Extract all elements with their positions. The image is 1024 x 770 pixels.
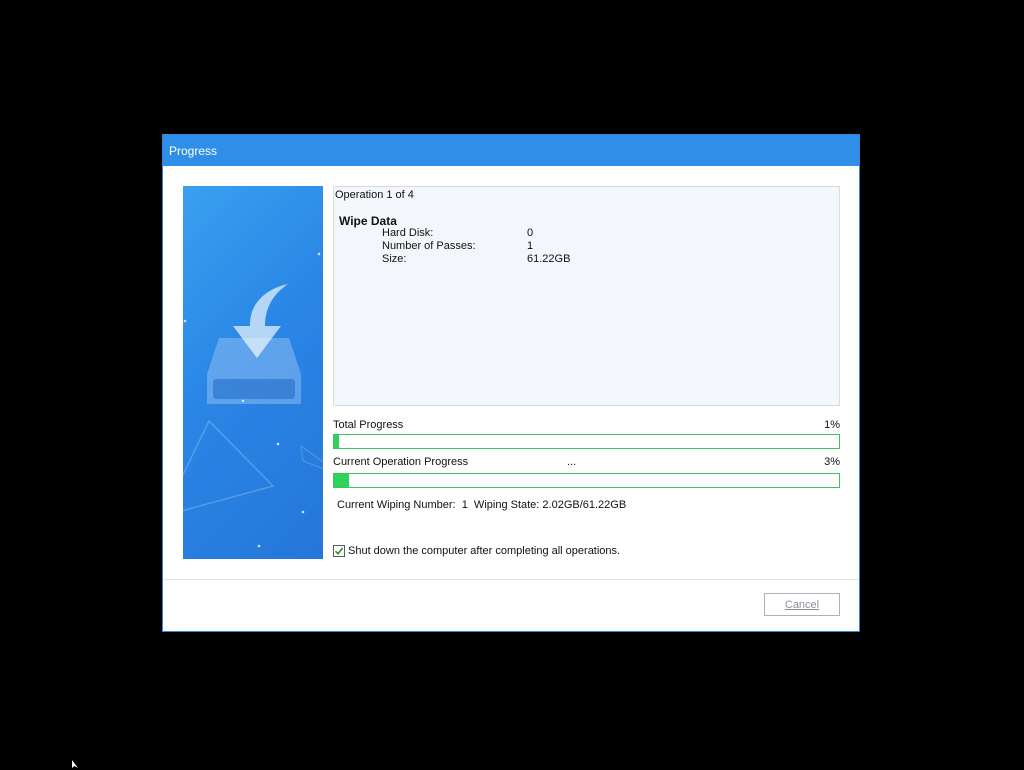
- detail-row-hard-disk: Hard Disk: 0: [382, 227, 533, 239]
- drive-download-icon: [183, 252, 323, 548]
- total-progress-bar: [333, 434, 840, 449]
- dialog-title: Progress: [169, 143, 218, 158]
- current-progress-fill: [334, 474, 350, 487]
- wiping-status-text: Current Wiping Number: 1 Wiping State: 2…: [337, 499, 627, 511]
- current-progress-label: Current Operation Progress: [333, 456, 469, 468]
- total-progress-percent: 1%: [824, 419, 840, 431]
- detail-value: 61.22GB: [527, 253, 571, 265]
- shutdown-checkbox[interactable]: [333, 545, 345, 557]
- shutdown-option[interactable]: Shut down the computer after completing …: [333, 545, 620, 557]
- detail-row-passes: Number of Passes: 1: [382, 240, 533, 252]
- progress-dialog: Progress Operation 1 of 4 Wipe Data Hard…: [162, 134, 860, 632]
- detail-value: 0: [527, 227, 534, 239]
- current-progress-bar: [333, 473, 840, 488]
- cancel-button[interactable]: Cancel: [764, 593, 840, 616]
- operation-name: Wipe Data: [339, 214, 397, 228]
- operation-count: Operation 1 of 4: [335, 189, 414, 201]
- detail-label: Hard Disk:: [382, 227, 434, 239]
- total-progress-fill: [334, 435, 340, 448]
- total-progress-label: Total Progress: [333, 419, 404, 431]
- title-bar: Progress: [163, 135, 859, 166]
- cursor-arrow-icon: [72, 760, 78, 768]
- shutdown-checkbox-label[interactable]: Shut down the computer after completing …: [348, 545, 620, 557]
- footer-divider: [163, 579, 859, 580]
- detail-value: 1: [527, 240, 534, 252]
- operation-info-box: Operation 1 of 4 Wipe Data Hard Disk: 0 …: [333, 186, 840, 406]
- side-illustration-panel: [183, 186, 323, 559]
- detail-row-size: Size: 61.22GB: [382, 253, 570, 265]
- checkmark-icon: [334, 547, 344, 556]
- current-progress-percent: 3%: [824, 456, 840, 468]
- current-progress-ellipsis: ...: [567, 456, 577, 468]
- detail-label: Size:: [382, 253, 407, 265]
- detail-label: Number of Passes:: [382, 240, 476, 252]
